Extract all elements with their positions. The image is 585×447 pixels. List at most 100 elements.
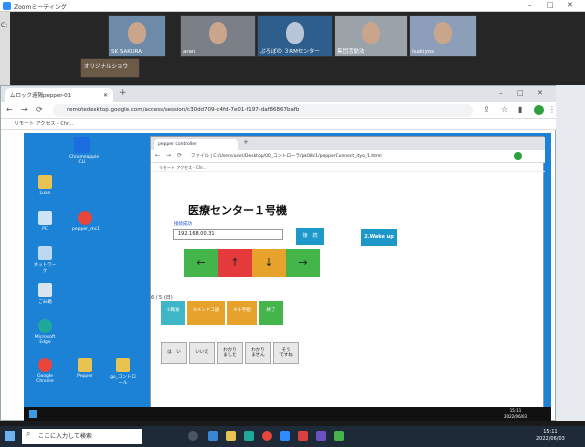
taskbar-app-icon[interactable] (208, 431, 218, 441)
participant-tile[interactable]: aran (180, 15, 256, 57)
reload-icon[interactable]: ⟳ (177, 152, 182, 159)
participant-tile[interactable]: ぷろぽの ３RMセンター (257, 15, 333, 57)
taskbar-app-icon[interactable] (316, 431, 326, 441)
desktop-icon[interactable]: ごみ箱 (32, 283, 58, 305)
answer-button[interactable]: いいえ (189, 342, 215, 364)
desktop-icon[interactable]: PC (32, 211, 58, 232)
chrome-tab-bar: ムロック遠隔pepper-01 ✕ + – □ ✕ (1, 86, 557, 102)
close-icon[interactable]: ✕ (567, 1, 573, 9)
remote-desktop: Chromeapple CLI Luan PC pepper_mc1 ネットワー… (24, 133, 551, 421)
forward-icon[interactable]: → (21, 105, 28, 114)
new-tab-button[interactable]: + (119, 88, 127, 98)
address-bar-row: ← → ⟳ remotedesktop.google.com/access/se… (1, 102, 557, 119)
ip-address-input[interactable]: 192.168.00.31 (173, 229, 283, 240)
pc-icon (38, 211, 52, 225)
desktop-icon[interactable]: Microsoft Edge (32, 319, 58, 345)
answer-button[interactable]: そう ですね (273, 342, 299, 364)
answer-button[interactable]: わかり ません (245, 342, 271, 364)
participant-video (434, 22, 452, 44)
new-tab-button[interactable]: + (243, 138, 249, 146)
desktop-icon[interactable]: pepper_mc1 (72, 211, 100, 232)
back-icon[interactable]: ← (6, 105, 13, 114)
zoom-window-title: Zoomミーティング (14, 4, 67, 11)
category-button[interactable]: ①職食 (161, 301, 185, 325)
inner-url-input[interactable]: ファイル | C:/Users/user/Desktop/00_コントローラ/p… (191, 152, 471, 161)
zoom-title-bar: Zoomミーティング – □ ✕ (0, 0, 585, 12)
maximize-icon[interactable]: □ (517, 89, 524, 97)
bookmark-star-icon[interactable]: ☆ (501, 105, 508, 114)
chrome-icon (38, 358, 52, 372)
desktop-icon[interactable]: ネットワーク (32, 246, 58, 274)
share-icon[interactable]: ⇪ (483, 105, 490, 114)
avatar[interactable] (514, 152, 522, 160)
connection-status: 接続成功 (174, 222, 192, 227)
desktop-icon[interactable]: Luan (32, 175, 58, 196)
windows-start-icon[interactable] (5, 431, 15, 441)
chrome-icon (78, 211, 92, 225)
forward-icon[interactable]: → (166, 152, 171, 159)
zoom-icon[interactable] (280, 431, 290, 441)
minimize-icon[interactable]: – (528, 1, 532, 9)
wake-up-button[interactable]: 2.Wake up (361, 229, 397, 246)
taskbar-clock: 15:11 2022/06/03 (536, 429, 565, 442)
windows-taskbar: ここに入力して検索 ⌕ 15:11 2022/06/03 (0, 426, 585, 447)
category-button[interactable]: ②十字組 (227, 301, 257, 325)
participant-video (128, 22, 146, 44)
participant-video (286, 22, 304, 44)
app-icon (74, 137, 90, 153)
bookmark-item[interactable]: リモート アクセス - Chr... (14, 121, 73, 127)
page-counter: 6 / 5 (日) (151, 295, 173, 301)
left-arrow-button[interactable]: ← (184, 249, 218, 277)
left-window-edge: C: (0, 12, 10, 90)
remote-taskbar: 15:11 2022/06/03 (24, 407, 551, 421)
windows-start-icon[interactable] (29, 410, 37, 418)
inner-address-row: ← → ⟳ ファイル | C:/Users/user/Desktop/00_コン… (151, 150, 545, 163)
sidepanel-icon[interactable]: ▮ (518, 105, 522, 114)
taskbar-app-icon[interactable] (298, 431, 308, 441)
edge-icon[interactable] (244, 431, 254, 441)
avatar[interactable] (534, 105, 544, 115)
category-button[interactable]: ②メンドコ語 (187, 301, 225, 325)
participant-tile[interactable]: SK SAKURA (108, 15, 166, 57)
folder-icon[interactable] (226, 431, 236, 441)
connect-button[interactable]: 接 続 (296, 228, 324, 245)
participant-tile[interactable]: Isakiyos (409, 15, 477, 57)
taskbar-search-input[interactable]: ここに入力して検索 (22, 429, 142, 444)
inner-bookmark-bar[interactable]: リモート アクセス - Chr... (151, 163, 545, 172)
participant-tile[interactable]: オリジナルショウ (80, 58, 140, 78)
desktop-icon[interactable]: Pepper (72, 358, 98, 379)
pepper-controller-window: pepper controller + ← → ⟳ ファイル | C:/User… (150, 136, 545, 408)
close-icon[interactable]: ✕ (537, 89, 543, 97)
tab-remote-desktop[interactable]: ムロック遠隔pepper-01 ✕ (5, 88, 113, 102)
tab-pepper-controller[interactable]: pepper controller (154, 139, 238, 150)
taskbar-app-icon[interactable] (334, 431, 344, 441)
answer-button[interactable]: は い (161, 342, 187, 364)
folder-icon (78, 358, 92, 372)
inner-tab-bar: pepper controller + (151, 137, 545, 150)
answer-button[interactable]: わかり ました (217, 342, 243, 364)
task-view-icon[interactable] (188, 431, 198, 441)
chrome-icon[interactable] (262, 431, 272, 441)
remote-clock: 15:11 2022/06/03 (504, 408, 528, 419)
reload-icon[interactable]: ⟳ (36, 105, 43, 114)
folder-icon (38, 175, 52, 189)
maximize-icon[interactable]: □ (547, 1, 554, 9)
up-arrow-button[interactable]: ↑ (218, 249, 252, 277)
page-title: 医療センター１号機 (188, 204, 287, 217)
down-arrow-button[interactable]: ↓ (252, 249, 286, 277)
minimize-icon[interactable]: – (499, 89, 503, 97)
back-icon[interactable]: ← (155, 152, 160, 159)
category-button[interactable]: 終了 (259, 301, 283, 325)
desktop-icon[interactable]: Chromeapple CLI (69, 137, 99, 165)
recycle-bin-icon (38, 283, 52, 297)
edge-icon (38, 319, 52, 333)
right-arrow-button[interactable]: → (286, 249, 320, 277)
desktop-icon[interactable]: Google Chrome (32, 358, 58, 384)
zoom-logo-icon (3, 2, 11, 10)
bookmark-bar: リモート アクセス - Chr... (1, 119, 557, 130)
close-tab-icon[interactable]: ✕ (103, 92, 108, 99)
menu-icon[interactable]: ⋮ (548, 105, 556, 114)
desktop-icon[interactable]: go_コントロール (110, 358, 136, 386)
participant-tile[interactable]: 集団活動法 (334, 15, 408, 57)
url-input[interactable]: remotedesktop.google.com/access/session/… (53, 104, 473, 117)
